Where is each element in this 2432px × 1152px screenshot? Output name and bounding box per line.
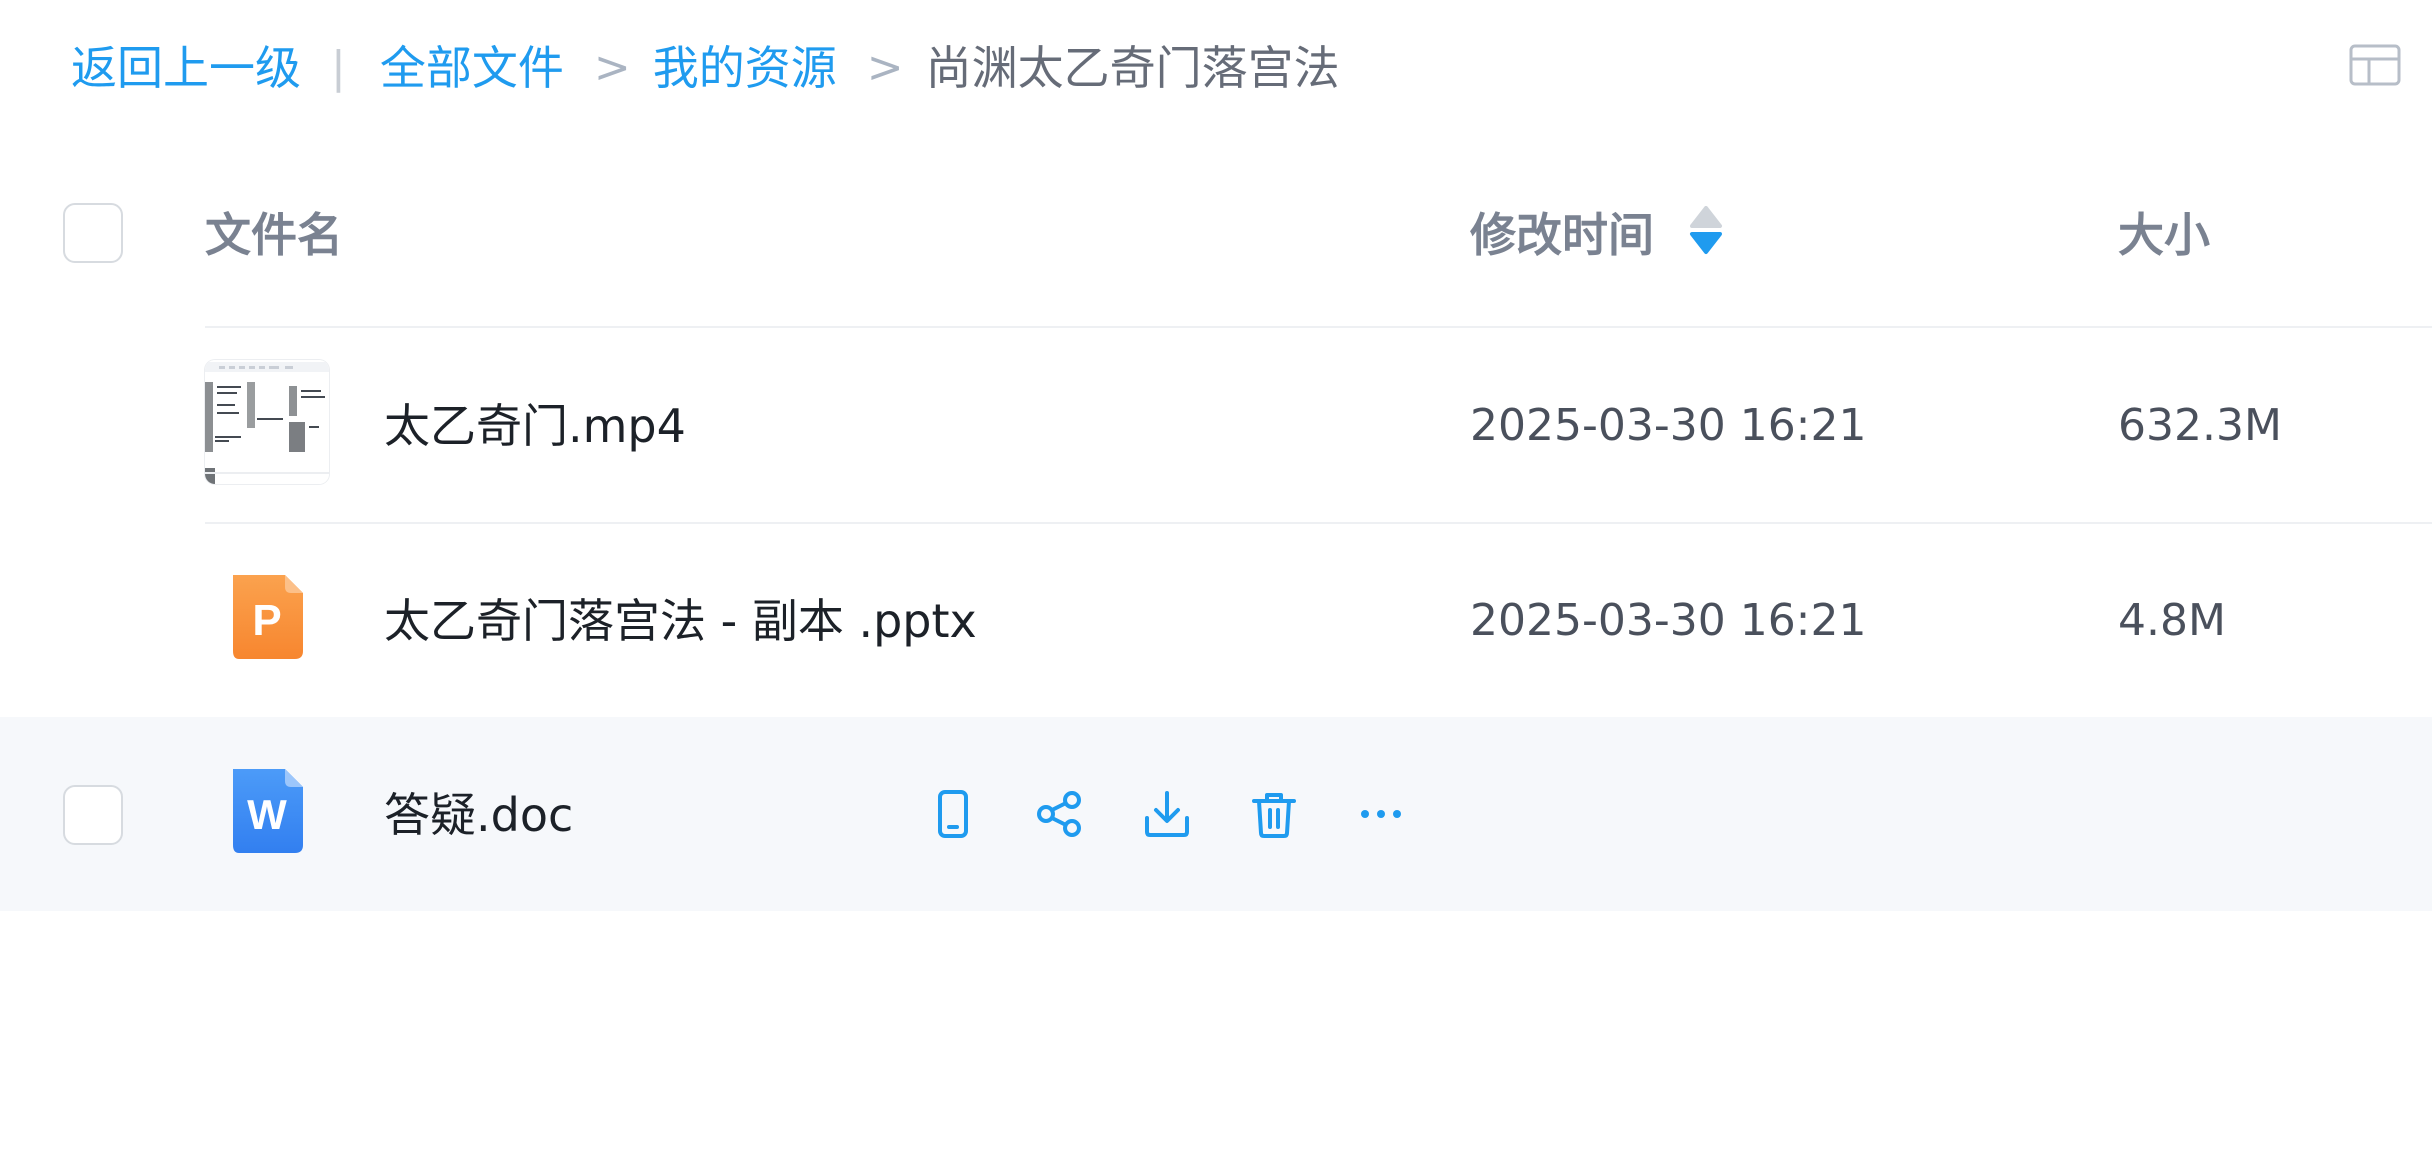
grid-view-icon [2349, 44, 2401, 86]
download-icon [1145, 791, 1189, 837]
share-button[interactable] [1032, 786, 1088, 842]
column-header-modified[interactable]: 修改时间 [1470, 200, 1654, 270]
column-header-size: 大小 [2118, 208, 2210, 262]
breadcrumb: 返回上一级 | 全部文件 > 我的资源 > 尚渊太乙奇门落宫法 [71, 28, 1340, 108]
file-size: 632.3M [2118, 400, 2282, 451]
sort-descending-icon [1690, 206, 1722, 254]
word-file-icon: W [205, 749, 329, 873]
video-thumbnail-icon [205, 360, 329, 484]
file-size: 4.8M [2118, 595, 2226, 646]
file-name[interactable]: 太乙奇门落宫法 - 副本 .pptx [384, 583, 977, 659]
breadcrumb-divider: | [331, 42, 346, 93]
back-link[interactable]: 返回上一级 [71, 28, 301, 108]
more-icon [1361, 810, 1401, 818]
modified-time: 2025-03-30 16:21 [1470, 400, 1867, 451]
more-button[interactable] [1353, 786, 1409, 842]
table-row[interactable]: W 答疑.doc [0, 717, 2432, 911]
modified-time: 2025-03-30 16:21 [1470, 595, 1867, 646]
delete-button[interactable] [1246, 786, 1302, 842]
breadcrumb-my-resources[interactable]: 我的资源 [653, 28, 837, 108]
file-name[interactable]: 答疑.doc [384, 777, 573, 853]
breadcrumb-separator: > [593, 42, 631, 93]
view-toggle-button[interactable] [2349, 44, 2401, 86]
breadcrumb-current: 尚渊太乙奇门落宫法 [925, 41, 1340, 95]
row-checkbox[interactable] [63, 785, 123, 845]
download-button[interactable] [1139, 786, 1195, 842]
breadcrumb-all-files[interactable]: 全部文件 [380, 28, 564, 108]
ppt-file-icon: P [205, 555, 329, 679]
sort-toggle[interactable] [1688, 206, 1724, 256]
breadcrumb-separator: > [866, 42, 904, 93]
file-name[interactable]: 太乙奇门.mp4 [384, 388, 686, 464]
ppt-icon-letter: P [252, 596, 281, 645]
select-all-checkbox[interactable] [63, 203, 123, 263]
word-icon-letter: W [247, 791, 287, 838]
column-header-name: 文件名 [205, 208, 343, 262]
delete-icon [1252, 793, 1296, 838]
row-actions [925, 786, 1409, 842]
phone-icon [938, 790, 968, 838]
send-to-phone-button[interactable] [925, 786, 981, 842]
table-row[interactable]: 太乙奇门.mp4 2025-03-30 16:21 632.3M [0, 328, 2432, 522]
table-row[interactable]: P 太乙奇门落宫法 - 副本 .pptx 2025-03-30 16:21 4.… [0, 523, 2432, 717]
share-icon [1037, 791, 1081, 837]
